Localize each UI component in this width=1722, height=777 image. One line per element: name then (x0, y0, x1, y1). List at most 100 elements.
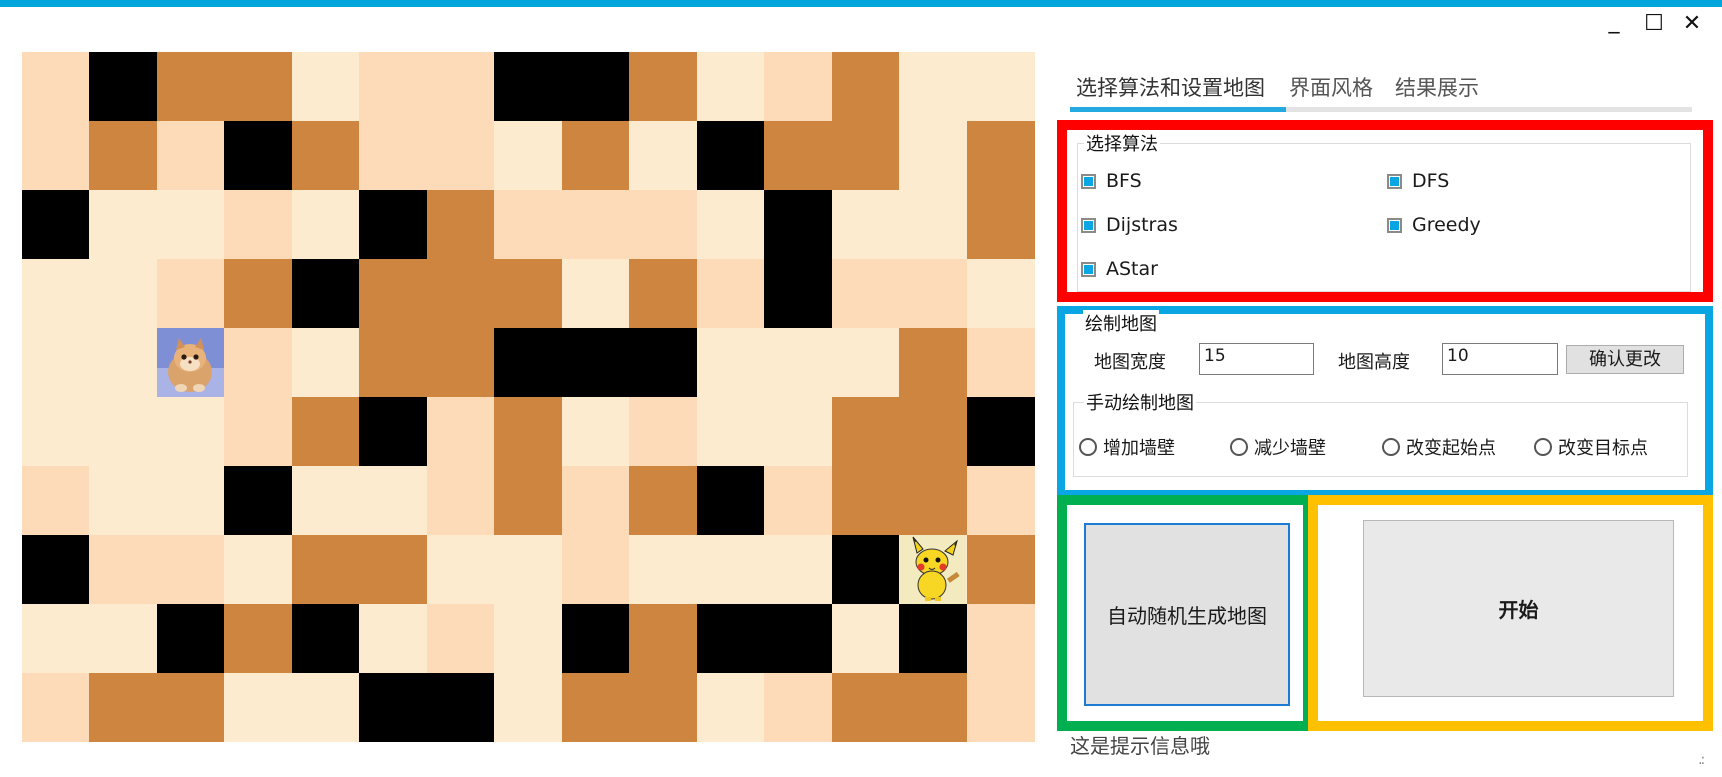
maze-floor-cell[interactable] (966, 259, 1035, 328)
maze-floor-cell[interactable] (291, 328, 360, 397)
maze-floor-cell[interactable] (899, 190, 968, 259)
maze-floor-cell[interactable] (629, 604, 698, 673)
maze-floor-cell[interactable] (224, 259, 293, 328)
maze-floor-cell[interactable] (426, 259, 495, 328)
checkbox-dfs[interactable]: DFS (1387, 170, 1449, 192)
maze-floor-cell[interactable] (629, 397, 698, 466)
maze-floor-cell[interactable] (629, 259, 698, 328)
maze-wall-cell[interactable] (156, 604, 225, 673)
maze-wall-cell[interactable] (696, 604, 765, 673)
checkbox-bfs-box[interactable] (1081, 173, 1096, 189)
maze-floor-cell[interactable] (291, 52, 360, 121)
radio-add-wall-circle[interactable] (1079, 438, 1097, 456)
maze-floor-cell[interactable] (831, 121, 900, 190)
maze-floor-cell[interactable] (291, 535, 360, 604)
maze-floor-cell[interactable] (359, 121, 428, 190)
maze-floor-cell[interactable] (629, 190, 698, 259)
maze-floor-cell[interactable] (831, 259, 900, 328)
maze-floor-cell[interactable] (494, 466, 563, 535)
maze-floor-cell[interactable] (899, 52, 968, 121)
maze-floor-cell[interactable] (899, 328, 968, 397)
maze-floor-cell[interactable] (224, 190, 293, 259)
maze-floor-cell[interactable] (224, 604, 293, 673)
maze-wall-cell[interactable] (359, 190, 428, 259)
maze-floor-cell[interactable] (359, 535, 428, 604)
maze-floor-cell[interactable] (966, 328, 1035, 397)
maze-floor-cell[interactable] (696, 673, 765, 742)
maze-floor-cell[interactable] (224, 397, 293, 466)
maze-floor-cell[interactable] (696, 535, 765, 604)
minimize-icon[interactable]: _ (1601, 10, 1627, 34)
maze-floor-cell[interactable] (22, 328, 90, 397)
maze-floor-cell[interactable] (899, 397, 968, 466)
maze-wall-cell[interactable] (764, 190, 833, 259)
maze-wall-cell[interactable] (629, 328, 698, 397)
maze-floor-cell[interactable] (764, 397, 833, 466)
maze-floor-cell[interactable] (899, 466, 968, 535)
maze-floor-cell[interactable] (696, 190, 765, 259)
maze-wall-cell[interactable] (764, 259, 833, 328)
maze-floor-cell[interactable] (966, 52, 1035, 121)
checkbox-dijstras-box[interactable] (1081, 217, 1096, 233)
maze-floor-cell[interactable] (831, 52, 900, 121)
maze-floor-cell[interactable] (899, 673, 968, 742)
maze-wall-cell[interactable] (764, 604, 833, 673)
maze-floor-cell[interactable] (899, 259, 968, 328)
maze-wall-cell[interactable] (561, 328, 630, 397)
maze-wall-cell[interactable] (561, 604, 630, 673)
maze-floor-cell[interactable] (22, 673, 90, 742)
tab-results[interactable]: 结果展示 (1395, 72, 1479, 102)
maze-floor-cell[interactable] (764, 466, 833, 535)
maze-floor-cell[interactable] (831, 466, 900, 535)
radio-remove-wall[interactable]: 减少墙壁 (1230, 434, 1326, 460)
maze-floor-cell[interactable] (22, 604, 90, 673)
auto-generate-map-button[interactable]: 自动随机生成地图 (1084, 523, 1290, 706)
maze-floor-cell[interactable] (156, 121, 225, 190)
maze-floor-cell[interactable] (359, 328, 428, 397)
maze-floor-cell[interactable] (156, 52, 225, 121)
maze-floor-cell[interactable] (764, 328, 833, 397)
maze-wall-cell[interactable] (89, 52, 158, 121)
maze-floor-cell[interactable] (359, 466, 428, 535)
maze-wall-cell[interactable] (359, 397, 428, 466)
maze-floor-cell[interactable] (764, 121, 833, 190)
maze-floor-cell[interactable] (494, 121, 563, 190)
maze-floor-cell[interactable] (966, 466, 1035, 535)
maze-floor-cell[interactable] (224, 328, 293, 397)
maze-floor-cell[interactable] (966, 673, 1035, 742)
maze-floor-cell[interactable] (89, 466, 158, 535)
maze-floor-cell[interactable] (696, 52, 765, 121)
maze-floor-cell[interactable] (561, 397, 630, 466)
maze-floor-cell[interactable] (291, 397, 360, 466)
maze-floor-cell[interactable] (359, 259, 428, 328)
maze-floor-cell[interactable] (561, 259, 630, 328)
radio-add-wall[interactable]: 增加墙壁 (1079, 434, 1175, 460)
radio-remove-wall-circle[interactable] (1230, 438, 1248, 456)
checkbox-astar-box[interactable] (1081, 261, 1096, 277)
maze-floor-cell[interactable] (89, 328, 158, 397)
checkbox-astar[interactable]: AStar (1081, 258, 1158, 280)
maze-wall-cell[interactable] (966, 397, 1035, 466)
maze-floor-cell[interactable] (629, 466, 698, 535)
maze-floor-cell[interactable] (629, 535, 698, 604)
maze-floor-cell[interactable] (764, 673, 833, 742)
maze-floor-cell[interactable] (966, 190, 1035, 259)
maze-floor-cell[interactable] (22, 466, 90, 535)
maze-floor-cell[interactable] (966, 121, 1035, 190)
maze-floor-cell[interactable] (561, 466, 630, 535)
maze-floor-cell[interactable] (561, 535, 630, 604)
checkbox-dijstras[interactable]: Dijstras (1081, 214, 1178, 236)
maze-floor-cell[interactable] (426, 466, 495, 535)
maze-floor-cell[interactable] (696, 259, 765, 328)
maze-grid[interactable] (22, 52, 1035, 742)
checkbox-bfs[interactable]: BFS (1081, 170, 1142, 192)
maze-floor-cell[interactable] (359, 604, 428, 673)
checkbox-dfs-box[interactable] (1387, 173, 1402, 189)
maze-floor-cell[interactable] (561, 121, 630, 190)
maze-floor-cell[interactable] (156, 535, 225, 604)
maze-wall-cell[interactable] (696, 466, 765, 535)
maze-floor-cell[interactable] (426, 121, 495, 190)
maze-floor-cell[interactable] (426, 328, 495, 397)
radio-change-goal-circle[interactable] (1534, 438, 1552, 456)
maze-floor-cell[interactable] (89, 259, 158, 328)
